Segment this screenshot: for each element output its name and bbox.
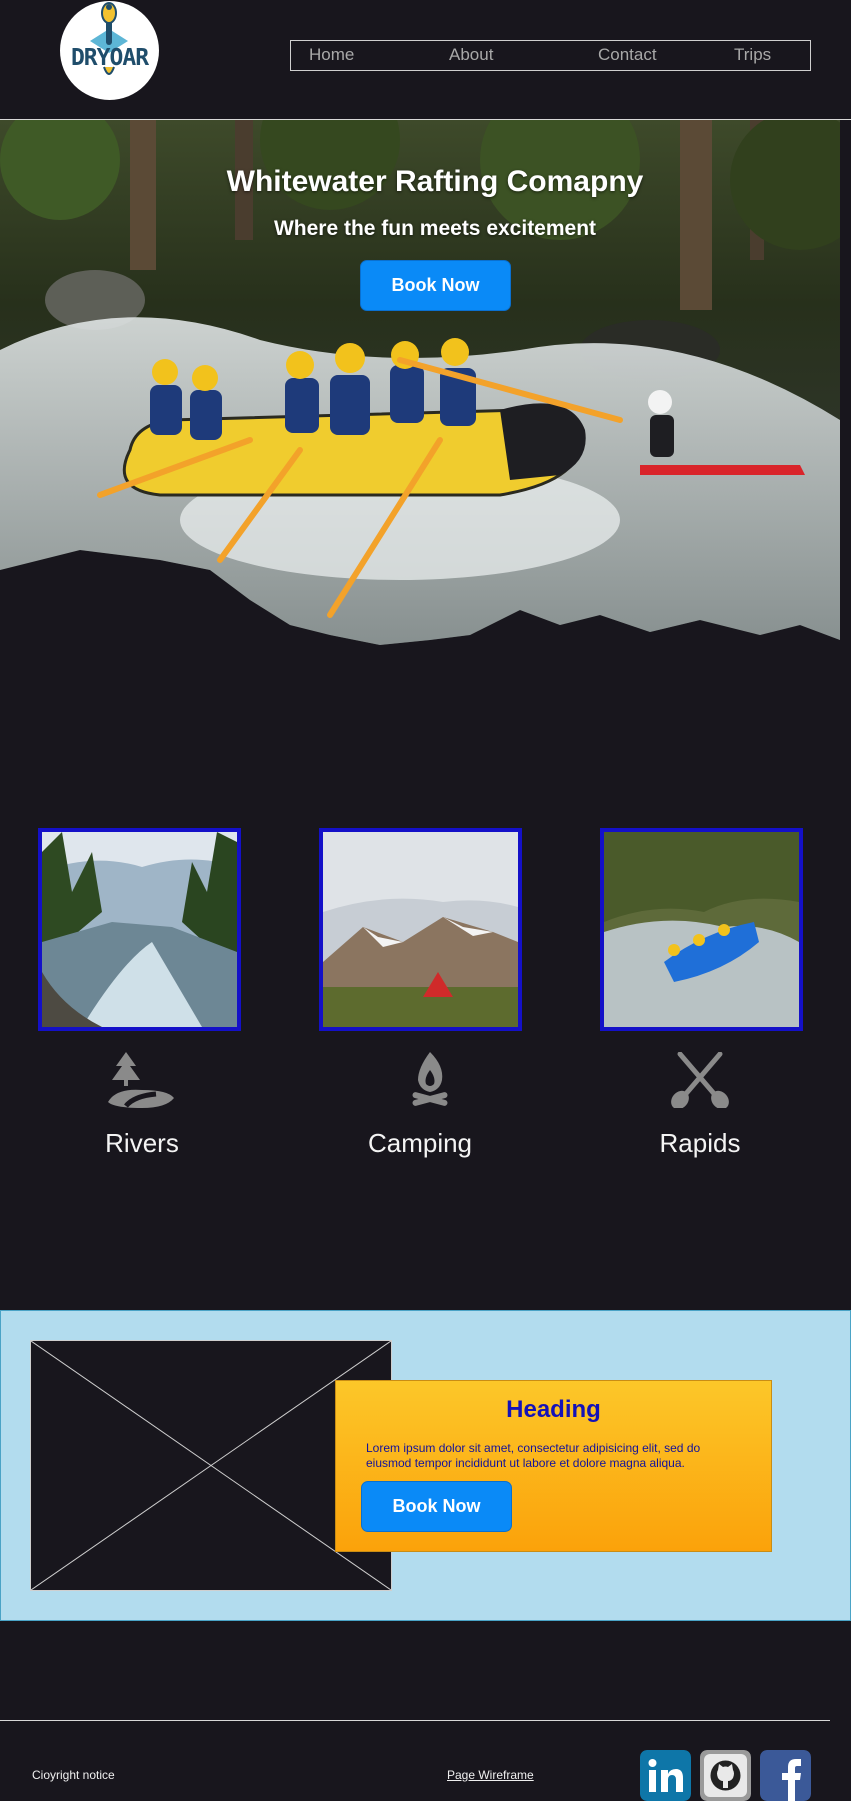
- github-icon: [700, 1750, 751, 1801]
- promo-card: Heading Lorem ipsum dolor sit amet, cons…: [335, 1380, 772, 1552]
- github-link[interactable]: [700, 1750, 751, 1801]
- main-nav: Home About Contact Trips: [290, 40, 811, 71]
- facebook-link[interactable]: [760, 1750, 811, 1801]
- camping-image: [319, 828, 522, 1031]
- campfire-icon: [412, 1052, 448, 1106]
- rivers-image: [38, 828, 241, 1031]
- hero-rafting-image: [0, 120, 840, 650]
- camping-photo: [323, 832, 518, 1027]
- nav-contact-link[interactable]: Contact: [598, 45, 657, 65]
- facebook-icon: [760, 1750, 811, 1801]
- page-wireframe-link[interactable]: Page Wireframe: [447, 1768, 534, 1782]
- promo-heading: Heading: [506, 1396, 601, 1423]
- company-logo[interactable]: DRYOAR: [60, 1, 159, 100]
- river-trees-icon: [108, 1052, 174, 1108]
- feature-label-rivers: Rivers: [105, 1128, 179, 1158]
- promo-book-now-button[interactable]: Book Now: [361, 1481, 512, 1532]
- crossed-paddles-icon: [671, 1052, 729, 1108]
- logo-text: DRYOAR: [70, 45, 149, 71]
- feature-label-camping: Camping: [367, 1128, 473, 1158]
- footer-divider: [0, 1720, 830, 1721]
- promo-section: Heading Lorem ipsum dolor sit amet, cons…: [0, 1310, 851, 1621]
- nav-about-link[interactable]: About: [449, 45, 493, 65]
- hero-title: Whitewater Rafting Comapny: [226, 165, 644, 198]
- promo-text: Lorem ipsum dolor sit amet, consectetur …: [366, 1441, 701, 1470]
- hero-subtitle: Where the fun meets excitement: [273, 217, 597, 240]
- copyright-notice: Cioyright notice: [32, 1768, 115, 1782]
- rapids-photo: [604, 832, 799, 1027]
- feature-label-rapids: Rapids: [659, 1128, 741, 1158]
- hero-book-now-button[interactable]: Book Now: [360, 260, 511, 311]
- rapids-image: [600, 828, 803, 1031]
- linkedin-icon: [640, 1750, 691, 1801]
- linkedin-link[interactable]: [640, 1750, 691, 1801]
- rivers-photo: [42, 832, 237, 1027]
- nav-trips-link[interactable]: Trips: [734, 45, 771, 65]
- nav-home-link[interactable]: Home: [309, 45, 354, 65]
- hero-section: Whitewater Rafting Comapny Where the fun…: [0, 120, 840, 650]
